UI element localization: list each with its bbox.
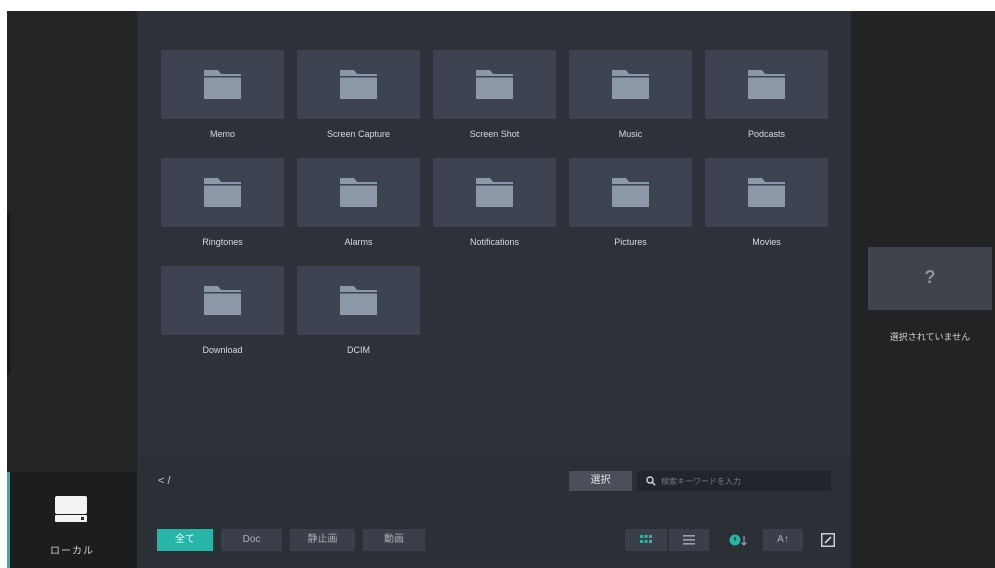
sidebar: ローカル [7, 11, 137, 568]
folder-icon [612, 70, 649, 99]
folder-tile [161, 158, 284, 227]
select-button[interactable]: 選択 [569, 471, 632, 491]
folder-icon [748, 70, 785, 99]
grid-view-button[interactable] [625, 529, 667, 551]
folder-item-notifications[interactable]: Notifications [433, 158, 556, 247]
folder-name: Download [202, 345, 243, 355]
sort-by-name-button[interactable]: A↑ [763, 529, 803, 551]
folder-name: Memo [209, 129, 235, 139]
folder-tile [569, 158, 692, 227]
folder-item-dcim[interactable]: DCIM [297, 266, 420, 355]
grid-icon [640, 535, 652, 543]
preview-placeholder: ? [868, 247, 992, 310]
folder-icon [340, 178, 377, 207]
folder-tile [705, 158, 828, 227]
folder-item-download[interactable]: Download [161, 266, 284, 355]
search-icon [646, 476, 656, 486]
folder-tile [705, 50, 828, 119]
sidebar-item-local[interactable]: ローカル [7, 472, 137, 568]
folder-tile [161, 266, 284, 335]
folder-tile [569, 50, 692, 119]
folder-icon [204, 178, 241, 207]
folder-item-music[interactable]: Music [569, 50, 692, 139]
folder-icon [204, 286, 241, 315]
file-browser: Memo Screen Capture Screen Shot Music Po… [137, 11, 851, 568]
question-mark-icon: ? [924, 267, 936, 287]
list-view-button[interactable] [669, 529, 709, 551]
folder-icon [612, 178, 649, 207]
filter-tab-images[interactable]: 静止画 [290, 529, 355, 551]
folder-tile [297, 50, 420, 119]
folder-item-podcasts[interactable]: Podcasts [705, 50, 828, 139]
folder-icon [748, 178, 785, 207]
folder-name: Movies [752, 237, 781, 247]
folder-icon [204, 70, 241, 99]
folder-item-memo[interactable]: Memo [161, 50, 284, 139]
folder-name: Ringtones [202, 237, 243, 247]
folder-tile [161, 50, 284, 119]
search-input[interactable] [661, 473, 821, 489]
folder-name: Podcasts [747, 129, 786, 139]
folder-item-pictures[interactable]: Pictures [569, 158, 692, 247]
folder-icon [476, 178, 513, 207]
preview-empty-label: 選択されていません [889, 332, 971, 342]
folder-icon [476, 70, 513, 99]
edit-icon [821, 533, 835, 547]
folder-item-screen-shot[interactable]: Screen Shot [433, 50, 556, 139]
folder-name: Music [618, 129, 643, 139]
filter-tab-doc[interactable]: Doc [221, 529, 282, 551]
list-icon [683, 535, 695, 545]
folder-item-alarms[interactable]: Alarms [297, 158, 420, 247]
folder-tile [297, 158, 420, 227]
file-manager-window: ローカル Memo Screen Capture Screen Shot Mus… [7, 11, 995, 568]
folder-item-movies[interactable]: Movies [705, 158, 828, 247]
folder-tile [297, 266, 420, 335]
folder-tile [433, 158, 556, 227]
folder-tile [433, 50, 556, 119]
folder-name: Alarms [344, 237, 373, 247]
sort-controls: A↑ [717, 529, 807, 551]
preview-panel: ? 選択されていません [851, 11, 995, 568]
folder-name: Screen Capture [326, 129, 391, 139]
sidebar-edge [7, 214, 10, 374]
folder-name: Screen Shot [469, 129, 520, 139]
folder-item-screen-capture[interactable]: Screen Capture [297, 50, 420, 139]
sort-by-date-button[interactable] [717, 529, 761, 551]
clock-sort-icon [729, 534, 747, 546]
filter-tab-videos[interactable]: 動画 [363, 529, 425, 551]
search-box [637, 471, 831, 491]
folder-name: DCIM [347, 345, 370, 355]
sidebar-item-label: ローカル [50, 546, 94, 557]
folder-icon [340, 286, 377, 315]
edit-button[interactable] [817, 529, 839, 551]
filter-tab-all[interactable]: 全て [157, 529, 213, 551]
path-breadcrumb[interactable]: < / [158, 475, 171, 487]
folder-item-ringtones[interactable]: Ringtones [161, 158, 284, 247]
folder-name: Notifications [469, 237, 520, 247]
folder-icon [340, 70, 377, 99]
drive-icon [55, 496, 87, 522]
bottom-toolbar: < / 選択 全て Doc 静止画 動画 [137, 457, 851, 568]
folder-name: Pictures [614, 237, 647, 247]
